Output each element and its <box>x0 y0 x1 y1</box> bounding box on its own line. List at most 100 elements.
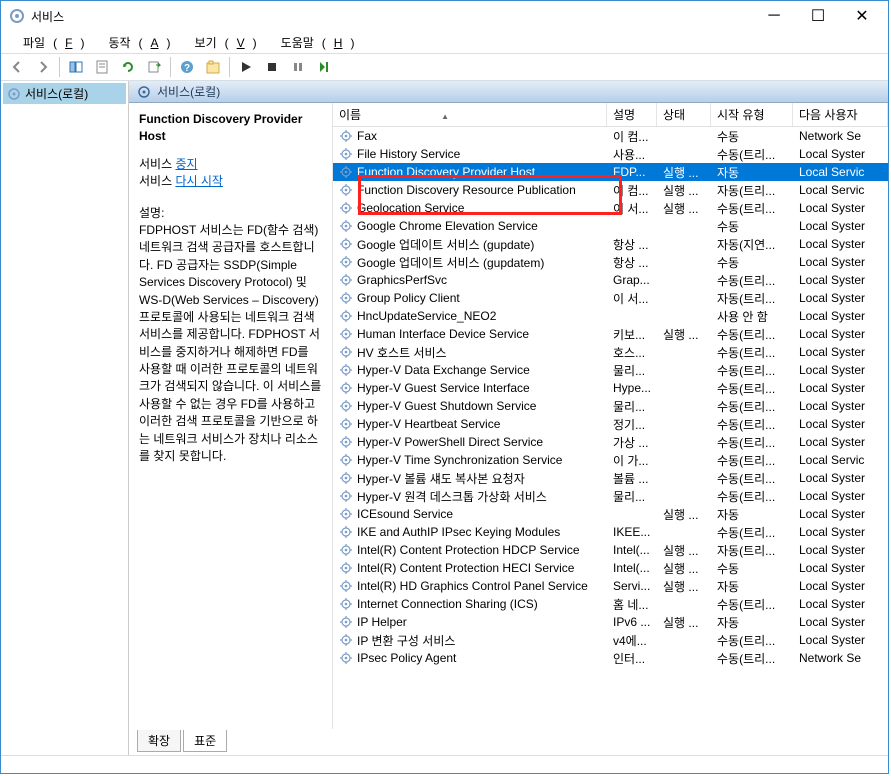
service-start: 자동(트리... <box>711 542 793 559</box>
service-name: Hyper-V Guest Shutdown Service <box>357 399 536 413</box>
service-row[interactable]: HV 호스트 서비스호스...수동(트리...Local Syster <box>333 343 888 361</box>
service-desc: 홈 네... <box>607 596 657 613</box>
service-start: 자동(지연... <box>711 236 793 253</box>
restart-service-button[interactable] <box>312 55 336 79</box>
toolbar: ? <box>1 53 888 81</box>
service-name: Hyper-V Time Synchronization Service <box>357 453 562 467</box>
restart-service-link[interactable]: 다시 시작 <box>175 174 223 188</box>
properties-button[interactable] <box>90 55 114 79</box>
gear-icon <box>339 561 353 575</box>
service-row[interactable]: Hyper-V Guest Service InterfaceHype...수동… <box>333 379 888 397</box>
forward-button[interactable] <box>31 55 55 79</box>
service-desc: FDP... <box>607 165 657 179</box>
gear-icon <box>339 651 353 665</box>
description-text: FDPHOST 서비스는 FD(함수 검색) 네트워크 검색 공급자를 호스트합… <box>139 222 322 465</box>
service-state: 실행 ... <box>657 542 711 559</box>
service-row[interactable]: Group Policy Client이 서...자동(트리...Local S… <box>333 289 888 307</box>
menu-action[interactable]: 동작(A) <box>92 32 178 53</box>
svg-text:?: ? <box>184 63 190 74</box>
service-logon: Local Syster <box>793 255 888 269</box>
service-start: 수동(트리... <box>711 272 793 289</box>
service-row[interactable]: Google 업데이트 서비스 (gupdatem)항상 ...수동Local … <box>333 253 888 271</box>
service-row[interactable]: Google 업데이트 서비스 (gupdate)항상 ...자동(지연...L… <box>333 235 888 253</box>
help-button[interactable]: ? <box>175 55 199 79</box>
service-state: 실행 ... <box>657 200 711 217</box>
maximize-button[interactable]: ☐ <box>796 2 840 30</box>
service-row[interactable]: IPsec Policy Agent인터...수동(트리...Network S… <box>333 649 888 667</box>
service-row[interactable]: Internet Connection Sharing (ICS)홈 네...수… <box>333 595 888 613</box>
service-row[interactable]: Hyper-V Time Synchronization Service이 가.… <box>333 451 888 469</box>
column-name[interactable]: 이름▲ <box>333 103 607 126</box>
service-desc: 이 서... <box>607 200 657 217</box>
menu-file[interactable]: 파일(F) <box>7 32 92 53</box>
service-desc: 물리... <box>607 362 657 379</box>
service-row[interactable]: Intel(R) Content Protection HECI Service… <box>333 559 888 577</box>
column-start[interactable]: 시작 유형 <box>711 103 793 126</box>
back-button[interactable] <box>5 55 29 79</box>
service-row[interactable]: Hyper-V 원격 데스크톱 가상화 서비스물리...수동(트리...Loca… <box>333 487 888 505</box>
tab-extended[interactable]: 확장 <box>137 730 181 752</box>
gear-icon <box>339 165 353 179</box>
service-name: Intel(R) Content Protection HECI Service <box>357 561 574 575</box>
service-logon: Local Syster <box>793 561 888 575</box>
service-desc: 이 서... <box>607 290 657 307</box>
service-desc: 볼륨 ... <box>607 470 657 487</box>
service-name: Hyper-V 볼륨 섀도 복사본 요청자 <box>357 470 525 487</box>
pause-service-button[interactable] <box>286 55 310 79</box>
service-row[interactable]: Function Discovery Provider HostFDP...실행… <box>333 163 888 181</box>
service-row[interactable]: Hyper-V 볼륨 섀도 복사본 요청자볼륨 ...수동(트리...Local… <box>333 469 888 487</box>
menu-view[interactable]: 보기(V) <box>179 32 265 53</box>
start-service-button[interactable] <box>234 55 258 79</box>
refresh-button[interactable] <box>116 55 140 79</box>
service-row[interactable]: Function Discovery Resource Publication이… <box>333 181 888 199</box>
service-name: Google Chrome Elevation Service <box>357 219 538 233</box>
service-logon: Network Se <box>793 651 888 665</box>
service-logon: Local Syster <box>793 219 888 233</box>
gear-icon <box>339 615 353 629</box>
service-row[interactable]: Geolocation Service이 서...실행 ...수동(트리...L… <box>333 199 888 217</box>
tree-root-label: 서비스(로컬) <box>25 85 88 102</box>
service-row[interactable]: Hyper-V Data Exchange Service물리...수동(트리.… <box>333 361 888 379</box>
close-button[interactable]: ✕ <box>840 2 884 30</box>
stop-service-link[interactable]: 중지 <box>175 157 197 171</box>
gear-icon <box>339 237 353 251</box>
service-start: 수동(트리... <box>711 452 793 469</box>
service-row[interactable]: Hyper-V Heartbeat Service정기...수동(트리...Lo… <box>333 415 888 433</box>
service-desc: Hype... <box>607 381 657 395</box>
export-button[interactable] <box>142 55 166 79</box>
service-row[interactable]: Google Chrome Elevation Service수동Local S… <box>333 217 888 235</box>
app-icon <box>9 8 25 24</box>
properties-icon-button[interactable] <box>201 55 225 79</box>
service-row[interactable]: GraphicsPerfSvcGrap...수동(트리...Local Syst… <box>333 271 888 289</box>
service-logon: Local Servic <box>793 165 888 179</box>
service-row[interactable]: HncUpdateService_NEO2사용 안 함Local Syster <box>333 307 888 325</box>
service-row[interactable]: File History Service사용...수동(트리...Local S… <box>333 145 888 163</box>
column-state[interactable]: 상태 <box>657 103 711 126</box>
service-row[interactable]: IP HelperIPv6 ...실행 ...자동Local Syster <box>333 613 888 631</box>
service-row[interactable]: Fax이 컴...수동Network Se <box>333 127 888 145</box>
view-tabs: 확장 표준 <box>129 731 888 755</box>
service-logon: Local Syster <box>793 507 888 521</box>
service-row[interactable]: Human Interface Device Service키보...실행 ..… <box>333 325 888 343</box>
show-tree-button[interactable] <box>64 55 88 79</box>
column-logon[interactable]: 다음 사용자 <box>793 103 888 126</box>
service-start: 자동 <box>711 164 793 181</box>
service-row[interactable]: ICEsound Service실행 ...자동Local Syster <box>333 505 888 523</box>
stop-service-button[interactable] <box>260 55 284 79</box>
selected-service-name: Function Discovery Provider Host <box>139 111 322 146</box>
service-name: Hyper-V 원격 데스크톱 가상화 서비스 <box>357 488 547 505</box>
service-row[interactable]: Hyper-V PowerShell Direct Service가상 ...수… <box>333 433 888 451</box>
service-state: 실행 ... <box>657 506 711 523</box>
service-row[interactable]: Hyper-V Guest Shutdown Service물리...수동(트리… <box>333 397 888 415</box>
gear-icon <box>339 543 353 557</box>
menu-help[interactable]: 도움말(H) <box>265 32 363 53</box>
service-desc: 정기... <box>607 416 657 433</box>
minimize-button[interactable]: ─ <box>752 2 796 30</box>
service-row[interactable]: Intel(R) HD Graphics Control Panel Servi… <box>333 577 888 595</box>
column-desc[interactable]: 설명 <box>607 103 657 126</box>
tab-standard[interactable]: 표준 <box>183 730 227 752</box>
service-row[interactable]: Intel(R) Content Protection HDCP Service… <box>333 541 888 559</box>
service-row[interactable]: IKE and AuthIP IPsec Keying ModulesIKEE.… <box>333 523 888 541</box>
tree-root-item[interactable]: 서비스(로컬) <box>3 83 126 104</box>
service-row[interactable]: IP 변환 구성 서비스v4에...수동(트리...Local Syster <box>333 631 888 649</box>
